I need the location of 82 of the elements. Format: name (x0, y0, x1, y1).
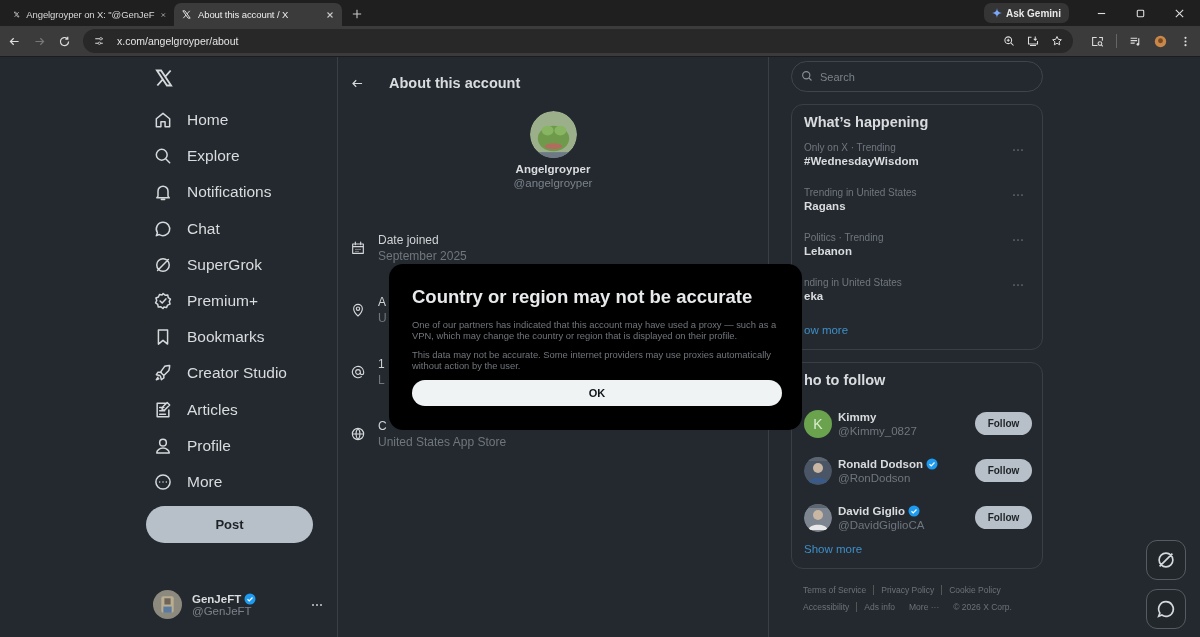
user-handle: @DavidGiglioCA (838, 518, 926, 531)
chat-icon (1155, 598, 1177, 620)
tab-search-icon[interactable] (1091, 34, 1104, 48)
nav-item[interactable]: More (146, 463, 337, 501)
trend-context: nding in United States (804, 277, 903, 288)
user-name: Kimmy (838, 410, 877, 423)
nav-item[interactable]: Creator Studio (146, 355, 337, 392)
page-title: About this account (389, 75, 521, 91)
location-pin-icon (350, 302, 366, 318)
card-title: ho to follow (804, 372, 887, 388)
nav-item[interactable]: Articles (146, 391, 337, 428)
more-options-icon[interactable] (311, 602, 323, 607)
user-handle: @Kimmy_0827 (838, 424, 918, 437)
detail-label: 1 (378, 357, 385, 371)
trend-context: Politics · Trending (804, 232, 885, 243)
grok-button[interactable] (1146, 540, 1186, 580)
at-sign-icon (350, 364, 366, 380)
search-icon (801, 70, 813, 82)
dialog-text: This data may not be accurate. Some internet providers may use proxies automatically without action by the user. (412, 349, 773, 371)
nav-item[interactable]: Profile (146, 427, 337, 464)
new-tab-icon[interactable] (352, 9, 362, 19)
detail-label: A (378, 295, 387, 309)
dialog-text: One of our partners has indicated that this account may have used a proxy — such as a VPN, which may change the country or region that is displayed on their profile. (412, 319, 778, 341)
trend-context: Only on X · Trending (804, 142, 897, 153)
follow-button[interactable]: Follow (975, 412, 1032, 435)
browser-tab[interactable]: Angelgroyper on X: "@GenJeF (6, 3, 174, 26)
profile-avatar-icon[interactable] (1154, 34, 1167, 48)
trend-topic[interactable]: #WednesdayWisdom (804, 155, 1012, 167)
post-button[interactable]: Post (146, 506, 313, 544)
ask-gemini-button[interactable]: Ask Gemini (983, 3, 1069, 23)
profile-handle: @angelgroyper (513, 177, 593, 189)
maximize-icon[interactable] (1135, 7, 1146, 19)
nav-item[interactable]: Explore (146, 138, 337, 175)
globe-icon (350, 426, 366, 442)
site-settings-icon[interactable] (93, 35, 105, 47)
account-name: GenJeFT (192, 592, 242, 605)
nav-item[interactable]: Chat (146, 210, 337, 247)
detail-value: L (378, 373, 385, 387)
avatar: K (804, 409, 832, 438)
reload-icon[interactable] (58, 34, 71, 48)
follow-button[interactable]: Follow (975, 506, 1032, 529)
trend-topic[interactable]: Lebanon (804, 245, 1012, 257)
calendar-icon (350, 240, 366, 256)
search-field[interactable]: Search (791, 61, 1043, 92)
ok-button[interactable]: OK (412, 380, 782, 406)
trend-topic[interactable]: eka (804, 290, 1012, 302)
nav-item[interactable]: Notifications (146, 174, 337, 211)
show-more-link[interactable]: Show more (804, 543, 1030, 555)
card-title: What’s happening (804, 114, 930, 130)
account-handle: @GenJeFT (192, 604, 253, 617)
trend-topic[interactable]: Ragans (804, 200, 1012, 212)
profile-name: Angelgroyper (515, 163, 591, 175)
zoom-icon[interactable] (1003, 35, 1015, 47)
star-icon[interactable] (1051, 35, 1063, 47)
x-logo-icon[interactable] (154, 68, 174, 88)
browser-tab[interactable]: About this account / X (174, 3, 342, 26)
user-name: Ronald Dodson (838, 457, 923, 470)
dialog-title: Country or region may not be accurate (412, 286, 754, 308)
messages-button[interactable] (1146, 589, 1186, 629)
trend-context: Trending in United States (804, 187, 918, 198)
detail-label: Date joined (378, 233, 440, 247)
show-more-link[interactable]: ow more (804, 324, 1030, 336)
sparkle-icon (991, 8, 1002, 18)
nav-item[interactable]: Premium+ (146, 282, 337, 320)
x-logo-icon (13, 9, 21, 20)
x-logo-icon (181, 9, 192, 20)
user-handle: @RonDodson (838, 471, 912, 484)
close-icon[interactable] (325, 9, 335, 20)
badge-check-icon (153, 291, 173, 312)
detail-value: September 2025 (378, 249, 467, 263)
follow-button[interactable]: Follow (975, 459, 1032, 482)
install-app-icon[interactable] (1027, 35, 1039, 47)
detail-value: United States App Store (378, 435, 507, 449)
detail-label: C (378, 419, 388, 433)
nav-item[interactable]: Bookmarks (146, 319, 337, 356)
document-pen-icon (153, 399, 173, 420)
close-icon[interactable] (1174, 7, 1185, 19)
detail-value: U (378, 311, 387, 325)
nav-item[interactable]: SuperGrok (146, 246, 337, 283)
address-bar[interactable]: x.com/angelgroyper/about (83, 29, 1073, 53)
nav-item[interactable]: Home (146, 102, 337, 139)
user-name: David Giglio (838, 504, 906, 517)
